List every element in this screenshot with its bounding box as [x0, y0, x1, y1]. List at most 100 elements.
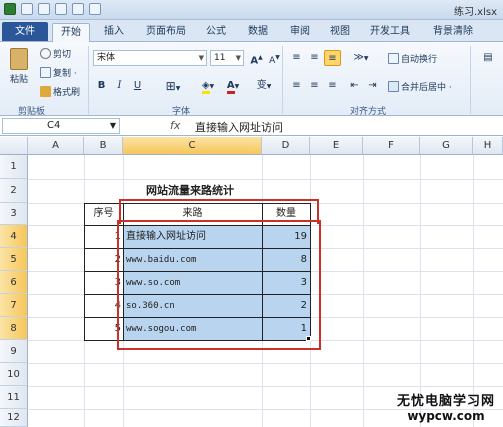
grid-icon[interactable]: [89, 3, 101, 15]
align-right-button[interactable]: ≡: [324, 78, 341, 94]
decrease-indent-button[interactable]: ⇤: [346, 78, 363, 94]
print-preview-icon[interactable]: [72, 3, 84, 15]
bold-button[interactable]: B: [93, 78, 110, 94]
row-header-10[interactable]: 10: [0, 363, 28, 386]
row-header-5[interactable]: 5: [0, 248, 28, 271]
cell-no[interactable]: 4: [84, 295, 121, 317]
chevron-down-icon: ▼: [235, 54, 241, 62]
number-format-icon: ▤: [483, 52, 493, 63]
font-name-dropdown[interactable]: 宋体 ▼: [93, 50, 207, 66]
align-bottom-button[interactable]: ≡: [324, 50, 341, 66]
row-header-3[interactable]: 3: [0, 203, 28, 225]
shrink-font-button[interactable]: A▼: [266, 50, 283, 66]
caret-up-icon: ▲: [258, 54, 263, 61]
cell-no[interactable]: 5: [84, 318, 121, 340]
tab-developer[interactable]: 开发工具: [362, 23, 418, 42]
tab-background-removal[interactable]: 背景清除: [422, 23, 484, 42]
row-header-8[interactable]: 8: [0, 317, 28, 340]
align-top-button[interactable]: ≡: [288, 50, 305, 66]
spreadsheet-grid[interactable]: A B C D E F G H 1 2 3 4 5 6 7 8 9 10 11 …: [0, 137, 503, 427]
tab-formulas[interactable]: 公式: [198, 23, 234, 42]
row-header-4[interactable]: 4: [0, 225, 28, 248]
quick-access-toolbar: [4, 3, 101, 15]
paint-bucket-icon: ◈: [201, 80, 210, 94]
font-color-button[interactable]: A▼: [222, 78, 244, 94]
paste-button[interactable]: 粘贴: [6, 48, 32, 85]
borders-button[interactable]: ⊞▼: [160, 78, 186, 94]
watermark: 无忧电脑学习网 wypcw.com: [396, 394, 495, 423]
paste-icon: [10, 48, 28, 70]
column-header-a[interactable]: A: [28, 137, 84, 155]
wrap-text-button[interactable]: 自动换行: [388, 52, 437, 65]
fill-handle[interactable]: [306, 336, 311, 341]
chevron-down-icon: ▼: [234, 83, 240, 90]
merge-cells-icon: [388, 81, 399, 92]
gridline: [28, 386, 503, 387]
column-header-e[interactable]: E: [310, 137, 363, 155]
copy-icon: [40, 67, 51, 78]
alignment-group-label: 对齐方式: [350, 107, 387, 117]
title-bar: 练习.xlsx: [0, 0, 503, 20]
tab-insert[interactable]: 插入: [94, 23, 134, 42]
grow-font-button[interactable]: A▲: [248, 50, 265, 66]
column-header-d[interactable]: D: [262, 137, 310, 155]
chevron-down-icon: ▼: [175, 85, 181, 92]
column-header-h[interactable]: H: [473, 137, 503, 155]
select-all-corner[interactable]: [0, 137, 28, 155]
cell-no[interactable]: 3: [84, 272, 121, 294]
tab-page-layout[interactable]: 页面布局: [138, 23, 194, 42]
copy-button[interactable]: 复制 ·: [40, 66, 77, 79]
column-header-f[interactable]: F: [363, 137, 420, 155]
align-center-button[interactable]: ≡: [306, 78, 323, 94]
cell-no[interactable]: 1: [84, 226, 121, 248]
insert-function-button[interactable]: fx: [170, 119, 180, 132]
caret-down-icon: ▼: [275, 54, 280, 61]
merge-center-button[interactable]: 合并后居中 ·: [388, 80, 452, 93]
gridline: [28, 363, 503, 364]
row-header-11[interactable]: 11: [0, 386, 28, 409]
tab-home[interactable]: 开始: [52, 23, 90, 42]
scissors-icon: [40, 48, 51, 59]
undo-icon[interactable]: [38, 3, 50, 15]
column-header-g[interactable]: G: [420, 137, 473, 155]
ribbon: 粘贴 剪切 复制 · 格式刷 剪贴板 宋体 ▼ 11 ▼ A▲ A▼ B I U ⊞…: [0, 42, 503, 117]
formula-input[interactable]: 直接输入网址访问: [195, 119, 283, 135]
gridline: [28, 179, 503, 180]
chevron-down-icon: ▼: [209, 83, 215, 90]
underline-button[interactable]: U: [129, 78, 146, 94]
tab-review[interactable]: 审阅: [282, 23, 318, 42]
formula-bar: C4 ▼ fx 直接输入网址访问: [0, 117, 503, 136]
fill-color-button[interactable]: ◈▼: [196, 78, 220, 94]
align-left-button[interactable]: ≡: [288, 78, 305, 94]
italic-button[interactable]: I: [111, 78, 128, 94]
row-header-2[interactable]: 2: [0, 179, 28, 203]
format-painter-button[interactable]: 格式刷: [40, 85, 80, 98]
row-header-7[interactable]: 7: [0, 294, 28, 317]
excel-icon[interactable]: [4, 3, 16, 15]
tab-file[interactable]: 文件: [2, 22, 48, 41]
cut-button[interactable]: 剪切: [40, 47, 71, 60]
ribbon-tab-row: 文件 开始 插入 页面布局 公式 数据 审阅 视图 开发工具 背景清除: [0, 20, 503, 42]
increase-indent-button[interactable]: ⇥: [364, 78, 381, 94]
row-header-12[interactable]: 12: [0, 409, 28, 427]
row-header-9[interactable]: 9: [0, 340, 28, 363]
orientation-button[interactable]: ≫▼: [350, 50, 372, 66]
row-header-1[interactable]: 1: [0, 155, 28, 179]
align-middle-button[interactable]: ≡: [306, 50, 323, 66]
number-format-button[interactable]: ▤: [476, 50, 500, 66]
column-header-b[interactable]: B: [84, 137, 123, 155]
font-size-dropdown[interactable]: 11 ▼: [210, 50, 244, 66]
cell-no[interactable]: 2: [84, 249, 121, 271]
row-header-6[interactable]: 6: [0, 271, 28, 294]
redo-icon[interactable]: [55, 3, 67, 15]
clipboard-group-label: 剪贴板: [18, 107, 46, 117]
save-icon[interactable]: [21, 3, 33, 15]
phonetic-button[interactable]: 变▼: [252, 78, 276, 94]
group-separator: [88, 46, 89, 114]
tab-view[interactable]: 视图: [322, 23, 358, 42]
tab-data[interactable]: 数据: [240, 23, 276, 42]
column-header-c[interactable]: C: [123, 137, 262, 155]
group-separator: [282, 46, 283, 114]
orientation-icon: ≫: [353, 52, 364, 63]
name-box[interactable]: C4 ▼: [2, 118, 120, 134]
